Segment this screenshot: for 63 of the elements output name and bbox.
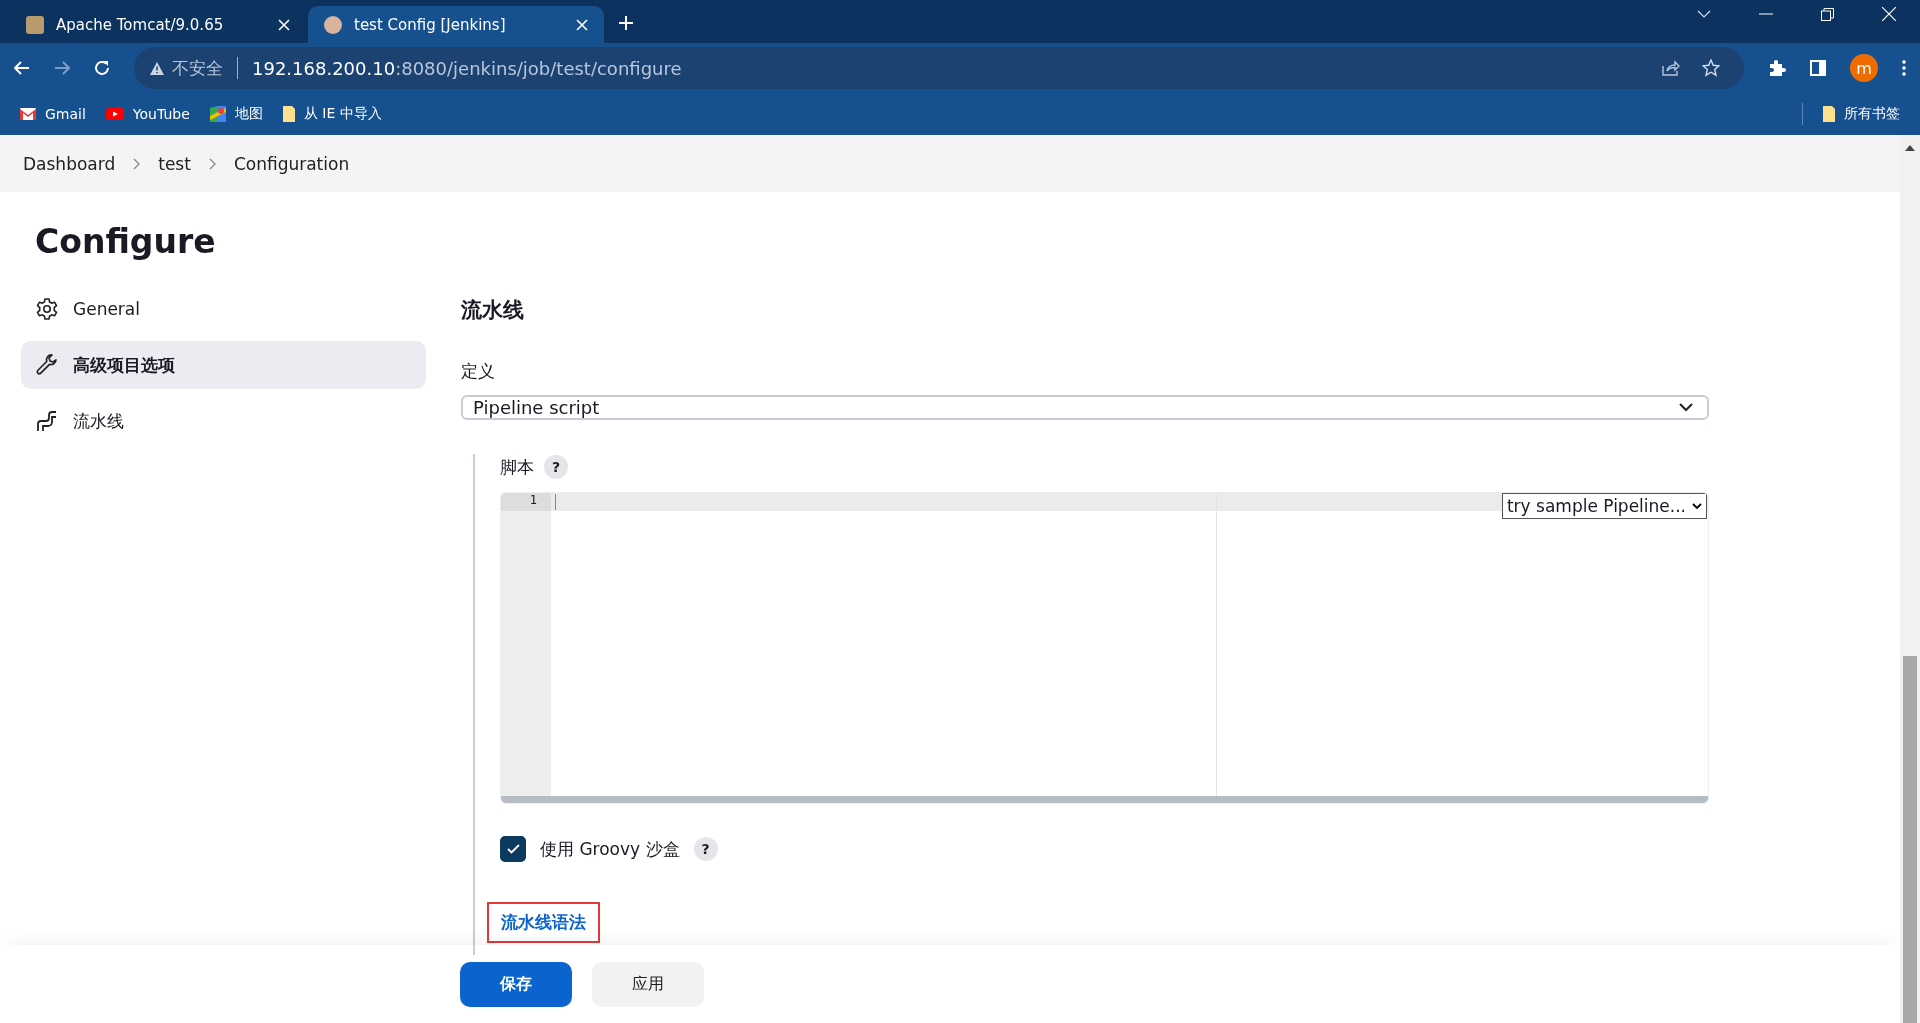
bookmark[interactable]: 从 IE 中导入	[282, 105, 382, 123]
scrollbar[interactable]	[501, 796, 1708, 803]
field-label: 定义	[461, 360, 496, 383]
checkbox[interactable]	[500, 836, 526, 862]
chevron-right-icon	[208, 157, 216, 170]
chevron-down-icon	[1692, 502, 1702, 510]
checkbox-label: 使用 Groovy 沙盒	[540, 837, 680, 861]
pipeline-syntax-link[interactable]: 流水线语法	[487, 902, 600, 943]
page-title: Configure	[35, 222, 217, 261]
chevron-down-icon	[1679, 403, 1693, 412]
map-pin-icon	[209, 106, 226, 122]
field-label: 脚本	[500, 455, 534, 479]
checkmark-icon	[506, 844, 520, 854]
reload-icon[interactable]	[94, 60, 110, 76]
sidebar-item[interactable]: General	[21, 285, 426, 333]
chevron-right-icon	[133, 157, 141, 170]
folder-icon	[282, 106, 295, 122]
wrench-icon	[35, 353, 59, 377]
form-button[interactable]: 应用	[592, 961, 704, 1007]
section-title: 流水线	[461, 297, 525, 324]
text-cursor	[555, 494, 556, 510]
bookmark[interactable]: Gmail	[20, 106, 86, 122]
help-button[interactable]: ?	[544, 455, 568, 479]
breadcrumb-link[interactable]: Configuration	[233, 153, 350, 174]
pipe-icon	[35, 409, 59, 433]
folder-icon	[1823, 106, 1835, 122]
close-icon[interactable]	[576, 18, 588, 31]
star-icon[interactable]	[1702, 59, 1720, 77]
restore-icon[interactable]	[1821, 7, 1834, 21]
help-button[interactable]: ?	[693, 837, 718, 861]
bookmark[interactable]: 所有书签	[1823, 105, 1900, 123]
forward-arrow-icon[interactable]	[54, 61, 70, 75]
address-bar[interactable]: 不安全 192.168.200.10:8080/jenkins/job/test/configure	[134, 47, 1744, 89]
bookmark[interactable]: YouTube	[105, 106, 190, 122]
chevron-down-icon[interactable]	[1697, 10, 1711, 18]
sidebar-item[interactable]: 高级项目选项	[21, 341, 426, 389]
back-arrow-icon[interactable]	[14, 61, 30, 75]
close-icon[interactable]	[1882, 7, 1896, 21]
definition-select[interactable]: Pipeline script	[461, 395, 1709, 420]
browser-tab[interactable]: test Config [Jenkins]	[308, 6, 604, 43]
bookmark[interactable]: 地图	[209, 105, 263, 123]
more-icon[interactable]	[1902, 60, 1906, 76]
scrollbar[interactable]	[1900, 135, 1920, 1023]
form-button[interactable]: 保存	[460, 961, 572, 1007]
play-icon	[105, 108, 124, 120]
breadcrumb-link[interactable]: test	[158, 153, 191, 174]
side-panel-icon[interactable]	[1810, 60, 1826, 76]
close-icon[interactable]	[278, 18, 290, 31]
browser-tab[interactable]: Apache Tomcat/9.0.65	[10, 6, 306, 43]
favicon-icon	[26, 15, 44, 34]
line-number: 1	[501, 493, 551, 511]
sidebar-item[interactable]: 流水线	[21, 397, 426, 445]
code-editor[interactable]: 1 try sample Pipeline...	[500, 492, 1709, 804]
favicon-icon	[324, 15, 342, 34]
breadcrumb-link[interactable]: Dashboard	[23, 153, 116, 174]
warning-icon	[150, 61, 164, 75]
puzzle-icon[interactable]	[1768, 59, 1786, 77]
gear-icon	[35, 297, 59, 321]
mail-icon	[20, 108, 36, 120]
new-tab-icon[interactable]	[618, 15, 634, 31]
sample-select[interactable]: try sample Pipeline...	[1501, 493, 1707, 519]
scroll-up-icon[interactable]	[1905, 145, 1915, 151]
share-icon[interactable]	[1662, 60, 1680, 76]
